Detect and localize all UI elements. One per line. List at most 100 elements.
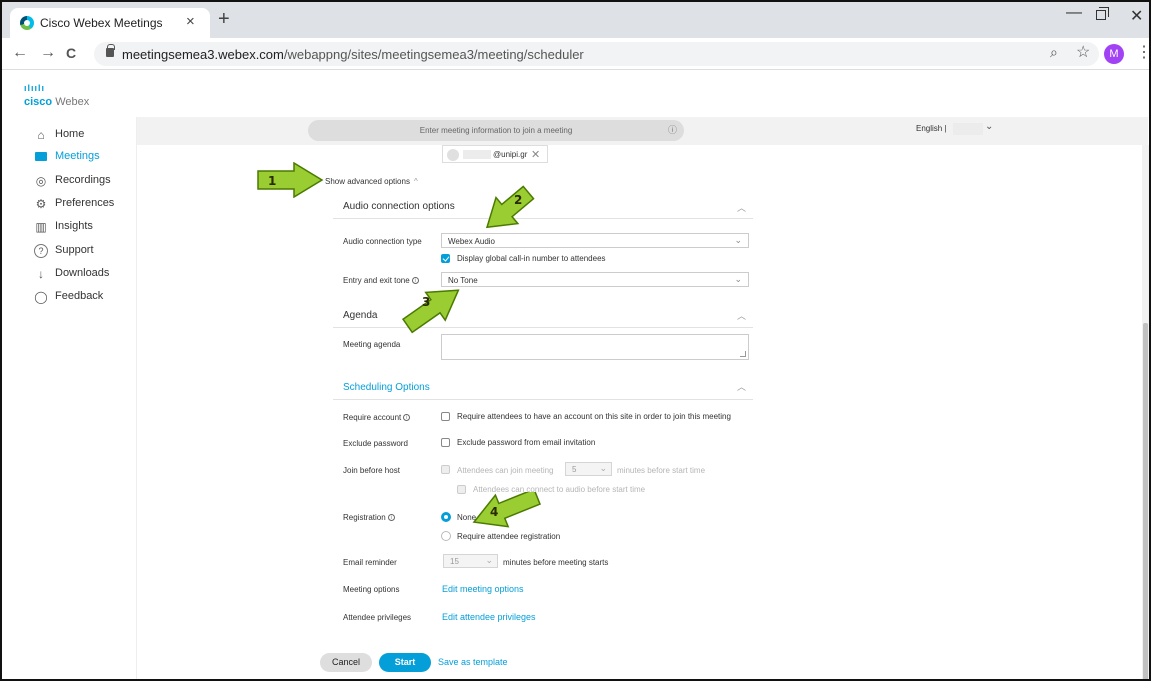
registration-label: Registration i xyxy=(343,513,395,522)
url-text: meetingsemea3.webex.com/webappng/sites/m… xyxy=(122,47,584,62)
info-icon[interactable]: i xyxy=(403,414,411,422)
sidebar-item-label: Recordings xyxy=(55,174,111,186)
restore-icon[interactable] xyxy=(1096,7,1109,20)
audio-type-label: Audio connection type xyxy=(343,237,422,246)
chevron-down-icon: ⌄ xyxy=(485,555,493,565)
feedback-icon: ◯ xyxy=(34,290,48,304)
save-as-template-link[interactable]: Save as template xyxy=(438,657,508,667)
chevron-down-icon: ⌄ xyxy=(599,463,607,473)
edit-attendee-privileges-link[interactable]: Edit attendee privileges xyxy=(442,612,536,622)
sidebar-item-label: Home xyxy=(55,128,85,140)
back-icon[interactable]: ← xyxy=(12,44,28,62)
join-before-host-suffix: minutes before start time xyxy=(617,466,706,475)
window-close-icon[interactable]: ✕ xyxy=(1130,6,1143,26)
remove-attendee-icon[interactable]: ✕ xyxy=(531,148,540,161)
display-callin-label: Display global call-in number to attende… xyxy=(457,254,606,263)
close-tab-icon[interactable]: × xyxy=(186,13,195,30)
registration-none-radio[interactable] xyxy=(441,512,451,522)
home-icon: ⌂ xyxy=(37,128,45,142)
chevron-down-icon: ⌄ xyxy=(734,274,742,284)
edit-meeting-options-link[interactable]: Edit meeting options xyxy=(442,584,524,594)
collapse-audio-icon[interactable]: ︿ xyxy=(737,201,746,214)
tab-strip: Cisco Webex Meetings × + — ✕ xyxy=(2,2,1149,38)
sidebar-item-label: Insights xyxy=(55,220,93,232)
entry-exit-tone-select[interactable]: No Tone ⌄ xyxy=(441,272,749,287)
meeting-options-label: Meeting options xyxy=(343,585,400,594)
info-icon[interactable]: i xyxy=(387,514,395,522)
exclude-password-label: Exclude password xyxy=(343,439,408,448)
download-icon: ↓ xyxy=(38,267,44,281)
cisco-logo-icon: ılıılı xyxy=(24,83,46,93)
annotation-arrow-3: 3 xyxy=(401,289,460,334)
recordings-icon: ◎ xyxy=(35,174,47,188)
require-account-text: Require attendees to have an account on … xyxy=(457,412,731,421)
cisco-webex-logo[interactable]: ılıılı cisco Webex xyxy=(24,84,89,110)
join-before-host-label: Join before host xyxy=(343,466,400,475)
zoom-icon[interactable]: ⌕ xyxy=(1050,44,1058,61)
divider xyxy=(333,218,753,219)
scheduler-form: @unipi.gr ✕ Show advanced options ^ Audio… xyxy=(137,117,1137,679)
profile-avatar[interactable]: M xyxy=(1104,44,1124,64)
collapse-agenda-icon[interactable]: ︿ xyxy=(737,309,746,322)
registration-require-radio[interactable] xyxy=(441,531,451,541)
audio-section-title: Audio connection options xyxy=(343,201,455,212)
join-before-host-checkbox[interactable] xyxy=(441,465,450,474)
exclude-password-checkbox[interactable] xyxy=(441,438,450,447)
webex-favicon-icon xyxy=(20,16,34,30)
gear-icon: ⚙ xyxy=(35,197,47,211)
annotation-arrow-4: 4 xyxy=(472,492,541,528)
main-panel: Enter meeting information to join a meet… xyxy=(136,117,1149,679)
sidebar-item-label: Preferences xyxy=(55,197,115,209)
annotation-number: 4 xyxy=(490,505,498,519)
reload-icon[interactable]: C xyxy=(66,45,76,61)
address-bar[interactable]: meetingsemea3.webex.com/webappng/sites/m… xyxy=(94,42,1099,66)
attendee-privileges-label: Attendee privileges xyxy=(343,613,412,622)
agenda-section-title: Agenda xyxy=(343,310,378,321)
join-before-minutes-select[interactable]: 5 ⌄ xyxy=(565,462,612,476)
divider xyxy=(333,327,753,328)
lock-icon xyxy=(106,44,115,57)
require-account-label: Require account i xyxy=(343,413,411,422)
show-advanced-options-toggle[interactable]: Show advanced options ^ xyxy=(325,177,418,186)
new-tab-icon[interactable]: + xyxy=(218,8,230,31)
annotation-number: 2 xyxy=(514,193,522,207)
webex-wordmark: Webex xyxy=(55,96,90,108)
redacted-email-prefix xyxy=(463,150,491,159)
support-icon: ? xyxy=(34,244,48,258)
browser-menu-icon[interactable]: ⋮ xyxy=(1136,42,1149,62)
sidebar: ⌂ Home Meetings ◎ Recordings ⚙ Preferenc… xyxy=(2,117,136,679)
scheduling-section-title[interactable]: Scheduling Options xyxy=(343,382,430,393)
annotation-number: 1 xyxy=(268,174,276,188)
collapse-scheduling-icon[interactable]: ︿ xyxy=(737,380,746,393)
email-reminder-select[interactable]: 15 ⌄ xyxy=(443,554,498,568)
chevron-up-icon: ^ xyxy=(413,177,418,186)
meetings-icon xyxy=(35,152,47,161)
sidebar-item-label: Support xyxy=(55,244,94,256)
cancel-button[interactable]: Cancel xyxy=(320,653,372,672)
meeting-agenda-label: Meeting agenda xyxy=(343,340,401,349)
annotation-arrow-2: 2 xyxy=(485,185,535,229)
chevron-down-icon: ⌄ xyxy=(734,235,742,245)
cisco-wordmark: cisco xyxy=(24,96,53,108)
display-callin-checkbox[interactable] xyxy=(441,254,450,263)
email-reminder-text: minutes before meeting starts xyxy=(503,558,609,567)
minimize-icon[interactable]: — xyxy=(1066,4,1082,22)
forward-icon[interactable]: → xyxy=(40,44,56,62)
bookmark-star-icon[interactable]: ☆ xyxy=(1076,42,1090,62)
annotation-arrow-1: 1 xyxy=(257,162,324,198)
tab-title: Cisco Webex Meetings xyxy=(40,16,163,30)
sidebar-item-label: Downloads xyxy=(55,267,110,279)
scrollbar[interactable] xyxy=(1142,145,1149,679)
require-account-checkbox[interactable] xyxy=(441,412,450,421)
start-button[interactable]: Start xyxy=(379,653,431,672)
browser-tab[interactable]: Cisco Webex Meetings × xyxy=(10,8,210,38)
sidebar-item-label: Meetings xyxy=(55,150,100,162)
attendee-email: @unipi.gr xyxy=(493,150,528,159)
browser-toolbar: ← → C meetingsemea3.webex.com/webappng/s… xyxy=(2,38,1149,70)
divider xyxy=(333,399,753,400)
annotation-number: 3 xyxy=(422,295,430,309)
browser-window: Cisco Webex Meetings × + — ✕ ← → C meeti… xyxy=(0,0,1151,681)
scrollbar-thumb[interactable] xyxy=(1143,323,1148,679)
meeting-agenda-textarea[interactable] xyxy=(441,334,749,360)
attendee-avatar xyxy=(447,149,459,161)
